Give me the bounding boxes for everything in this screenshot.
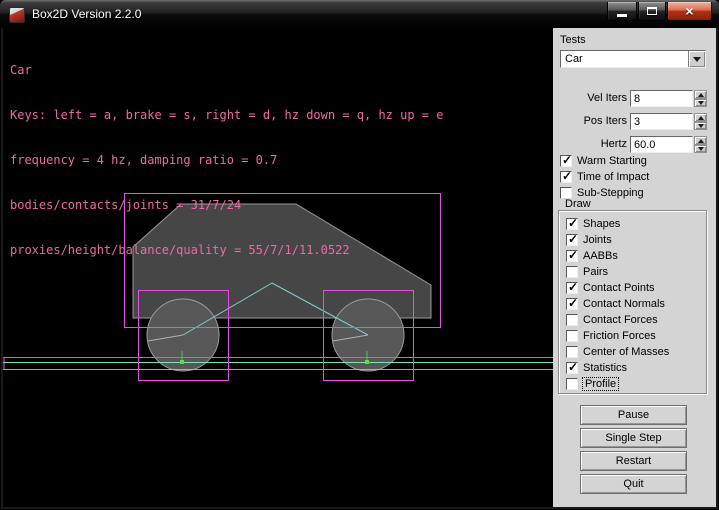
checkbox-box[interactable] xyxy=(566,234,578,246)
window-controls xyxy=(607,2,712,21)
checkbox-contact-points[interactable]: Contact Points xyxy=(566,281,655,295)
debug-stats: Car Keys: left = a, brake = s, right = d… xyxy=(10,33,443,288)
contact-point-front xyxy=(365,360,369,364)
pos-iters-down-button[interactable] xyxy=(694,122,707,130)
tests-dropdown[interactable]: Car xyxy=(560,50,706,68)
close-icon xyxy=(685,3,693,20)
hertz-spinner xyxy=(694,136,707,153)
checkbox-box[interactable] xyxy=(566,314,578,326)
checkbox-label: AABBs xyxy=(583,250,618,262)
titlebar[interactable]: Box2D Version 2.2.0 xyxy=(0,0,719,28)
hertz-down-button[interactable] xyxy=(694,145,707,153)
checkbox-box[interactable] xyxy=(566,250,578,262)
checkbox-label: Warm Starting xyxy=(577,155,647,167)
restart-button[interactable]: Restart xyxy=(580,451,687,471)
checkbox-profile[interactable]: Profile xyxy=(566,377,618,391)
arrow-up-icon xyxy=(698,113,704,120)
checkbox-label: Friction Forces xyxy=(583,330,656,342)
window-title: Box2D Version 2.2.0 xyxy=(32,7,141,21)
checkbox-pairs[interactable]: Pairs xyxy=(566,265,608,279)
checkbox-aabbs[interactable]: AABBs xyxy=(566,249,618,263)
hertz-up-button[interactable] xyxy=(694,136,707,145)
checkbox-label: Statistics xyxy=(583,362,627,374)
checkbox-box[interactable] xyxy=(566,218,578,230)
arrow-up-icon xyxy=(698,90,704,97)
checkbox-joints[interactable]: Joints xyxy=(566,233,612,247)
stat-frequency: frequency = 4 hz, damping ratio = 0.7 xyxy=(10,153,443,168)
checkbox-box[interactable] xyxy=(566,362,578,374)
stat-test-name: Car xyxy=(10,63,443,78)
vel-iters-up-button[interactable] xyxy=(694,90,707,99)
pos-iters-label: Pos Iters xyxy=(553,115,627,127)
vel-iters-row: Vel Iters xyxy=(553,90,716,107)
single-step-button[interactable]: Single Step xyxy=(580,428,687,448)
minimize-button[interactable] xyxy=(607,2,637,21)
maximize-icon xyxy=(647,7,657,15)
maximize-button[interactable] xyxy=(638,2,666,21)
checkbox-box[interactable] xyxy=(566,346,578,358)
pause-button[interactable]: Pause xyxy=(580,405,687,425)
close-button[interactable] xyxy=(667,2,712,21)
tests-dropdown-value: Car xyxy=(565,53,583,65)
tests-label: Tests xyxy=(560,34,586,46)
draw-group: Shapes Joints AABBs Pairs Contact Points… xyxy=(558,210,707,394)
checkbox-box[interactable] xyxy=(566,378,578,390)
vel-iters-down-button[interactable] xyxy=(694,99,707,107)
checkbox-label: Shapes xyxy=(583,218,620,230)
control-panel: Tests Car Vel Iters Pos Iters Her xyxy=(553,28,716,507)
pos-iters-up-button[interactable] xyxy=(694,113,707,122)
stat-keys: Keys: left = a, brake = s, right = d, hz… xyxy=(10,108,443,123)
stat-bodies: bodies/contacts/joints = 31/7/24 xyxy=(10,198,443,213)
checkbox-center-of-masses[interactable]: Center of Masses xyxy=(566,345,669,359)
hertz-input[interactable] xyxy=(630,136,693,153)
checkbox-label: Contact Normals xyxy=(583,298,665,310)
pos-iters-input[interactable] xyxy=(630,113,693,130)
checkbox-box[interactable] xyxy=(560,171,572,183)
checkbox-contact-forces[interactable]: Contact Forces xyxy=(566,313,658,327)
pos-iters-row: Pos Iters xyxy=(553,113,716,130)
hertz-row: Hertz xyxy=(553,136,716,153)
checkbox-label: Profile xyxy=(583,378,618,390)
minimize-icon xyxy=(617,14,627,17)
app-icon xyxy=(9,7,25,23)
stat-proxies: proxies/height/balance/quality = 55/7/1/… xyxy=(10,243,443,258)
draw-group-title: Draw xyxy=(563,198,593,210)
pos-iters-spinner xyxy=(694,113,707,130)
checkbox-box[interactable] xyxy=(560,155,572,167)
arrow-down-icon xyxy=(698,101,704,108)
checkbox-shapes[interactable]: Shapes xyxy=(566,217,620,231)
arrow-down-icon xyxy=(698,147,704,154)
checkbox-friction-forces[interactable]: Friction Forces xyxy=(566,329,656,343)
arrow-down-icon xyxy=(698,124,704,131)
checkbox-warm-starting[interactable]: Warm Starting xyxy=(560,154,647,168)
checkbox-label: Center of Masses xyxy=(583,346,669,358)
contact-point-rear xyxy=(180,360,184,364)
tests-dropdown-button[interactable] xyxy=(688,51,705,67)
vel-iters-input[interactable] xyxy=(630,90,693,107)
checkbox-box[interactable] xyxy=(566,298,578,310)
checkbox-statistics[interactable]: Statistics xyxy=(566,361,627,375)
simulation-canvas[interactable]: Car Keys: left = a, brake = s, right = d… xyxy=(3,28,553,507)
checkbox-contact-normals[interactable]: Contact Normals xyxy=(566,297,665,311)
app-window: Box2D Version 2.2.0 xyxy=(0,0,719,510)
checkbox-label: Time of Impact xyxy=(577,171,649,183)
checkbox-label: Contact Forces xyxy=(583,314,658,326)
arrow-up-icon xyxy=(698,136,704,143)
checkbox-time-of-impact[interactable]: Time of Impact xyxy=(560,170,649,184)
quit-button[interactable]: Quit xyxy=(580,474,687,494)
vel-iters-label: Vel Iters xyxy=(553,92,627,104)
checkbox-label: Joints xyxy=(583,234,612,246)
hertz-label: Hertz xyxy=(553,138,627,150)
checkbox-label: Contact Points xyxy=(583,282,655,294)
checkbox-label: Pairs xyxy=(583,266,608,278)
vel-iters-spinner xyxy=(694,90,707,107)
checkbox-box[interactable] xyxy=(566,266,578,278)
checkbox-box[interactable] xyxy=(566,282,578,294)
chevron-down-icon xyxy=(693,57,701,66)
checkbox-box[interactable] xyxy=(566,330,578,342)
